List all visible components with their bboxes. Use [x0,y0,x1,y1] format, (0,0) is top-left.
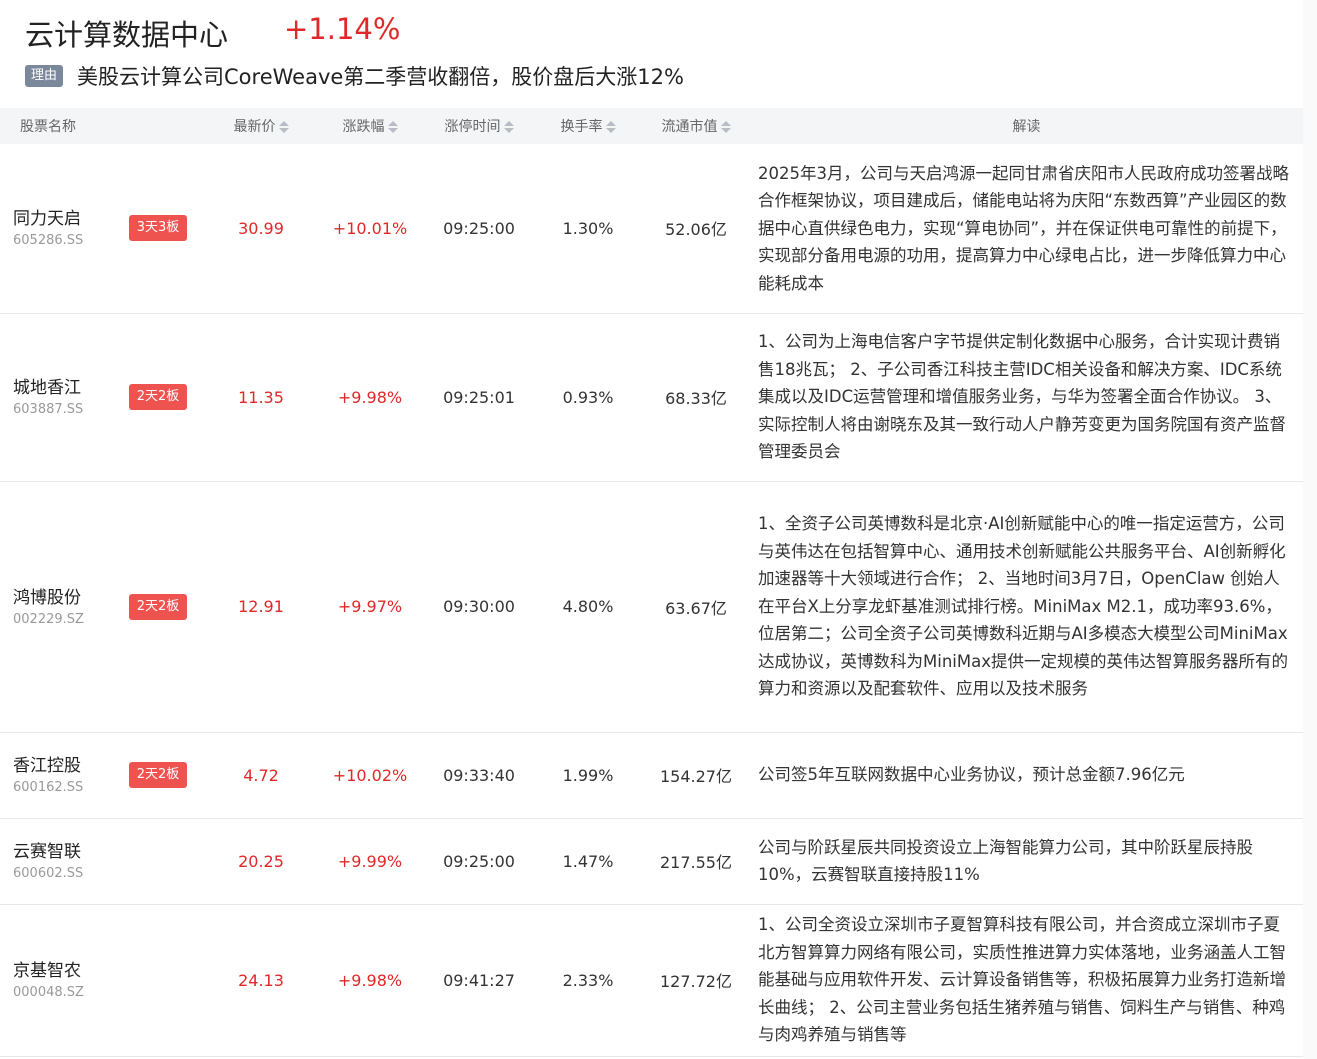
col-price[interactable]: 最新价 [206,108,316,144]
stock-name-cell[interactable]: 云赛智联 600602.SS [0,818,110,904]
streak-badge: 2天2板 [128,384,188,410]
stock-name[interactable]: 香江控股 [13,753,110,779]
streak-cell: 2天2板 [110,732,206,818]
market-cap-cell: 52.06亿 [665,220,727,240]
col-desc: 解读 [1012,119,1041,135]
stock-name[interactable]: 云赛智联 [13,839,110,865]
table-row[interactable]: 京基智农 000048.SZ 24.13 +9.98% 09:41:27 2.3… [0,904,1303,1056]
price-cell: 24.13 [238,970,284,990]
price-cell: 12.91 [238,597,284,616]
streak-cell: 2天2板 [110,481,206,732]
reason-line: 理由 美股云计算公司CoreWeave第二季营收翻倍，股价盘后大涨12% [25,61,684,91]
sort-icon[interactable] [278,120,289,134]
desc-cell: 公司与阶跃星辰共同投资设立上海智能算力公司，其中阶跃星辰持股10%，云赛智联直接… [758,837,1253,885]
stock-name-cell[interactable]: 城地香江 603887.SS [0,313,110,481]
sector-title: 云计算数据中心 [25,18,229,52]
stock-name-cell[interactable]: 鸿博股份 002229.SZ [0,481,110,732]
market-cap-cell: 127.72亿 [660,972,732,991]
table-row[interactable]: 鸿博股份 002229.SZ 2天2板 12.91 +9.97% 09:30:0… [0,481,1303,732]
stock-code: 603887.SS [13,402,84,417]
change-cell: +9.97% [337,597,403,616]
change-cell: +10.01% [332,218,408,238]
turnover-cell: 1.47% [562,851,614,871]
streak-cell [110,904,206,1056]
sort-icon[interactable] [503,120,514,134]
desc-cell: 1、公司为上海电信客户字节提供定制化数据中心服务，合计实现计费销售18兆瓦； 2… [758,332,1286,462]
sort-icon[interactable] [387,120,398,134]
scrollbar[interactable] [1303,0,1317,1059]
desc-cell: 1、全资子公司英博数科是北京·AI创新赋能中心的唯一指定运营方，公司与英伟达在包… [758,514,1288,699]
market-cap-cell: 217.55亿 [660,853,732,872]
market-cap-cell: 63.67亿 [665,598,727,618]
sort-icon[interactable] [605,120,616,134]
table-row[interactable]: 同力天启 605286.SS 3天3板 30.99 +10.01% 09:25:… [0,144,1303,313]
stock-code: 002229.SZ [13,611,84,627]
sector-header: 云计算数据中心 +1.14% 理由 美股云计算公司CoreWeave第二季营收翻… [0,0,1303,108]
desc-cell: 2025年3月，公司与天启鸿源一起同甘肃省庆阳市人民政府成功签署战略合作框架协议… [758,163,1289,293]
turnover-cell: 1.30% [562,218,614,238]
stock-code: 000048.SZ [13,985,84,1000]
table-row[interactable]: 城地香江 603887.SS 2天2板 11.35 +9.98% 09:25:0… [0,313,1303,481]
limit-time-cell: 09:41:27 [443,970,515,990]
stock-code: 605286.SS [13,233,84,249]
limit-time-cell: 09:25:00 [443,218,515,238]
price-cell: 4.72 [243,765,279,785]
stock-name[interactable]: 城地香江 [13,375,110,401]
table-row[interactable]: 香江控股 600162.SS 2天2板 4.72 +10.02% 09:33:4… [0,732,1303,818]
stock-name-cell[interactable]: 同力天启 605286.SS [0,144,110,313]
sector-change: +1.14% [284,12,401,46]
stock-name[interactable]: 同力天启 [13,206,110,232]
change-cell: +9.98% [337,387,403,407]
streak-cell: 3天3板 [110,144,206,313]
turnover-cell: 2.33% [562,970,614,990]
streak-badge: 3天3板 [128,215,188,242]
change-cell: +9.99% [337,851,403,871]
col-badge [110,108,206,144]
limit-time-cell: 09:25:00 [443,851,515,871]
desc-cell: 公司签5年互联网数据中心业务协议，预计总金额7.96亿元 [758,765,1185,785]
streak-cell: 2天2板 [110,313,206,481]
col-turnover[interactable]: 换手率 [534,108,642,144]
col-change[interactable]: 涨跌幅 [316,108,424,144]
table-header: 股票名称 最新价 涨跌幅 涨停时间 换手率 流通市值 解读 [0,108,1303,144]
stock-code: 600162.SS [13,780,84,795]
page: 云计算数据中心 +1.14% 理由 美股云计算公司CoreWeave第二季营收翻… [0,0,1303,1057]
stock-table: 股票名称 最新价 涨跌幅 涨停时间 换手率 流通市值 解读 同力天启 60528… [0,108,1303,1057]
col-market-cap[interactable]: 流通市值 [642,108,750,144]
turnover-cell: 0.93% [562,387,614,407]
change-cell: +10.02% [332,765,408,785]
reason-text: 美股云计算公司CoreWeave第二季营收翻倍，股价盘后大涨12% [77,65,684,89]
limit-time-cell: 09:33:40 [443,765,515,785]
change-cell: +9.98% [337,970,403,990]
limit-time-cell: 09:25:01 [443,387,515,407]
limit-time-cell: 09:30:00 [443,597,515,616]
streak-cell [110,818,206,904]
price-cell: 11.35 [238,387,284,407]
streak-badge: 2天2板 [128,762,188,788]
turnover-cell: 1.99% [562,765,614,785]
col-name: 股票名称 [20,119,76,135]
stock-code: 600602.SS [13,866,84,881]
streak-badge: 2天2板 [128,593,188,620]
stock-name[interactable]: 鸿博股份 [13,585,110,611]
sort-icon[interactable] [720,120,731,134]
reason-tag: 理由 [25,65,64,87]
market-cap-cell: 154.27亿 [660,767,732,786]
stock-name-cell[interactable]: 京基智农 000048.SZ [0,904,110,1056]
col-limit-time[interactable]: 涨停时间 [424,108,534,144]
price-cell: 30.99 [238,218,284,238]
table-row[interactable]: 云赛智联 600602.SS 20.25 +9.99% 09:25:00 1.4… [0,818,1303,904]
turnover-cell: 4.80% [562,597,614,616]
stock-name-cell[interactable]: 香江控股 600162.SS [0,732,110,818]
market-cap-cell: 68.33亿 [665,389,727,408]
desc-cell: 1、公司全资设立深圳市子夏智算科技有限公司，并合资成立深圳市子夏北方智算算力网络… [758,915,1286,1045]
price-cell: 20.25 [238,851,284,871]
stock-name[interactable]: 京基智农 [13,958,110,984]
